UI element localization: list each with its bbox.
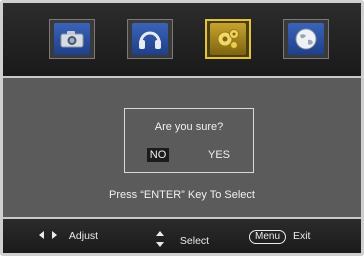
gear-icon — [217, 29, 239, 49]
exit-hint: Menu Exit — [249, 229, 311, 244]
menu-key-icon: Menu — [249, 230, 287, 244]
enter-hint: Press “ENTER” Key To Select — [109, 189, 255, 201]
no-button[interactable]: NO — [147, 148, 169, 162]
footer-bar: Adjust Select Menu Exit — [3, 219, 361, 253]
exit-label: Exit — [292, 230, 311, 242]
adjust-hint: Adjust — [38, 229, 98, 243]
up-down-arrows-icon — [156, 231, 164, 247]
headphones-icon — [139, 31, 161, 49]
confirm-dialog: Are you sure? NO YES — [124, 108, 254, 173]
yes-button[interactable]: YES — [207, 148, 231, 162]
globe-icon — [295, 28, 317, 50]
tab-setup[interactable] — [205, 19, 251, 59]
top-divider — [3, 76, 361, 78]
osd-menu-window: Are you sure? NO YES Press “ENTER” Key T… — [0, 0, 364, 256]
tab-picture[interactable] — [49, 19, 95, 59]
adjust-label: Adjust — [68, 230, 99, 242]
dialog-question: Are you sure? — [154, 121, 224, 133]
select-label: Select — [179, 235, 210, 247]
menu-tab-bar — [3, 3, 361, 76]
left-right-arrows-icon — [39, 231, 57, 239]
camera-icon — [60, 31, 84, 48]
select-hint: Select — [155, 229, 209, 247]
tab-sound[interactable] — [127, 19, 173, 59]
tab-option[interactable] — [283, 19, 329, 59]
